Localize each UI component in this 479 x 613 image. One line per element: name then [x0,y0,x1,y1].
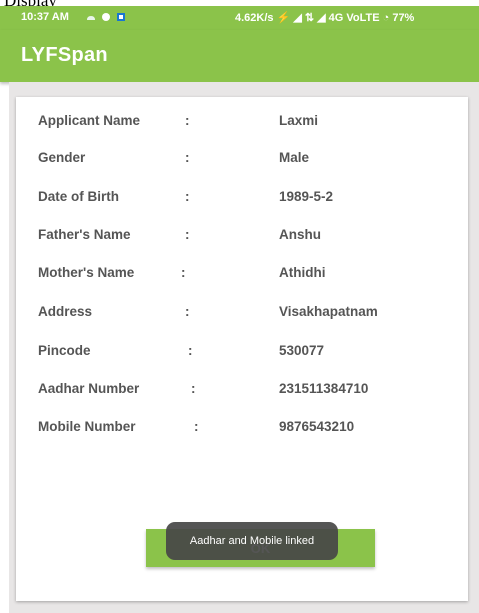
status-bar: 10:37 AM 4.62K/s ⚡ ◢ ⇅ ◢ 4G VoLTE ◔ 77% [0,6,479,30]
detail-row-address: Address : Visakhapatnam [16,304,468,324]
notification-icons [86,12,128,25]
app-bar: LYFSpan [0,30,479,82]
detail-label: Gender [38,150,86,165]
detail-value: Athidhi [279,265,326,280]
detail-value: Visakhapatnam [279,304,378,319]
detail-row-aadhar-number: Aadhar Number : 231511384710 [16,381,468,401]
detail-value: 530077 [279,343,325,358]
detail-separator: : [181,265,186,280]
detail-row-pincode: Pincode : 530077 [16,343,468,363]
detail-value: Anshu [279,227,321,242]
detail-separator: : [191,381,196,396]
sync-icon [101,12,111,22]
detail-value: 9876543210 [279,419,355,434]
detail-row-mobile-number: Mobile Number : 9876543210 [16,419,468,439]
cloud-icon [86,12,96,22]
detail-separator: : [185,304,190,319]
detail-label: Applicant Name [38,113,141,128]
detail-separator: : [185,150,190,165]
detail-value: Laxmi [279,113,319,128]
detail-separator: : [188,343,193,358]
detail-value: 1989-5-2 [279,189,334,204]
detail-separator: : [185,189,190,204]
detail-separator: : [185,227,190,242]
toast-message: Aadhar and Mobile linked [189,535,315,547]
app-title: LYFSpan [21,44,108,66]
message-icon [116,12,126,22]
detail-label: Father's Name [38,227,131,242]
detail-label: Address [38,304,93,319]
detail-row-fathers-name: Father's Name : Anshu [16,227,468,247]
detail-value: 231511384710 [279,381,369,396]
detail-row-gender: Gender : Male [16,150,468,170]
detail-separator: : [194,419,199,434]
detail-row-applicant-name: Applicant Name : Laxmi [16,113,468,133]
detail-value: Male [279,150,310,165]
detail-label: Date of Birth [38,189,119,204]
detail-label: Aadhar Number [38,381,140,396]
detail-separator: : [185,113,190,128]
detail-label: Pincode [38,343,91,358]
detail-label: Mobile Number [38,419,136,434]
detail-row-date-of-birth: Date of Birth : 1989-5-2 [16,189,468,209]
detail-row-mothers-name: Mother's Name : Athidhi [16,265,468,285]
status-time: 10:37 AM [21,11,69,23]
status-indicators: 4.62K/s ⚡ ◢ ⇅ ◢ 4G VoLTE ◔ 77% [235,12,415,24]
toast-notification: Aadhar and Mobile linked [166,522,338,560]
detail-label: Mother's Name [38,265,135,280]
